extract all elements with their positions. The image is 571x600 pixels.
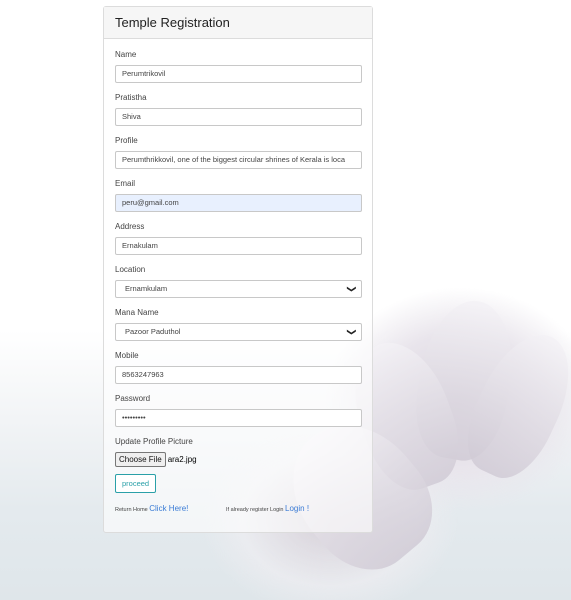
registration-card: Temple Registration Name Perumtrikovil P… (103, 6, 373, 533)
address-input[interactable]: Ernakulam (115, 237, 362, 255)
mobile-label: Mobile (115, 351, 139, 360)
chevron-down-icon: ❯ (347, 285, 358, 293)
card-title: Temple Registration (104, 7, 372, 39)
profile-label: Profile (115, 136, 138, 145)
return-home-text: Return Home (115, 507, 148, 513)
email-input[interactable]: peru@gmail.com (115, 194, 362, 212)
profile-input[interactable]: Perumthrikkovil, one of the biggest circ… (115, 151, 362, 169)
location-label: Location (115, 265, 146, 274)
email-group: Email peru@gmail.com (115, 179, 362, 212)
pratistha-input[interactable]: Shiva (115, 108, 362, 126)
file-name: ara2.jpg (167, 455, 197, 464)
mana-group: Mana Name Pazoor Paduthol ❯ (115, 308, 362, 341)
location-select[interactable]: Ernamkulam ❯ (115, 280, 362, 298)
email-label: Email (115, 179, 136, 188)
profile-group: Profile Perumthrikkovil, one of the bigg… (115, 136, 362, 169)
mana-select[interactable]: Pazoor Paduthol ❯ (115, 323, 362, 341)
mana-value: Pazoor Paduthol (125, 327, 181, 336)
name-group: Name Perumtrikovil (115, 50, 362, 83)
name-input[interactable]: Perumtrikovil (115, 65, 362, 83)
password-group: Password ••••••••• (115, 394, 362, 427)
picture-label: Update Profile Picture (115, 437, 193, 446)
pratistha-label: Pratistha (115, 93, 147, 102)
password-label: Password (115, 394, 151, 403)
proceed-button[interactable]: proceed (115, 474, 157, 493)
click-here-link[interactable]: Click Here! (149, 504, 188, 513)
chevron-down-icon: ❯ (347, 328, 358, 336)
return-home: Return Home Click Here! (115, 504, 188, 513)
picture-group: Update Profile Picture (115, 437, 362, 447)
mobile-input[interactable]: 8563247963 (115, 366, 362, 384)
name-label: Name (115, 50, 137, 59)
password-input[interactable]: ••••••••• (115, 409, 362, 427)
address-group: Address Ernakulam (115, 222, 362, 255)
address-label: Address (115, 222, 145, 231)
choose-file-button[interactable]: Choose File (115, 452, 166, 467)
already-register-text: If already register Login (226, 507, 284, 513)
mobile-group: Mobile 8563247963 (115, 351, 362, 384)
location-value: Ernamkulam (125, 284, 168, 293)
file-input: Choose File ara2.jpg (115, 452, 197, 467)
mana-label: Mana Name (115, 308, 159, 317)
login-link[interactable]: Login ! (285, 504, 309, 513)
login-prompt: If already register Login Login ! (226, 504, 309, 513)
pratistha-group: Pratistha Shiva (115, 93, 362, 126)
location-group: Location Ernamkulam ❯ (115, 265, 362, 298)
